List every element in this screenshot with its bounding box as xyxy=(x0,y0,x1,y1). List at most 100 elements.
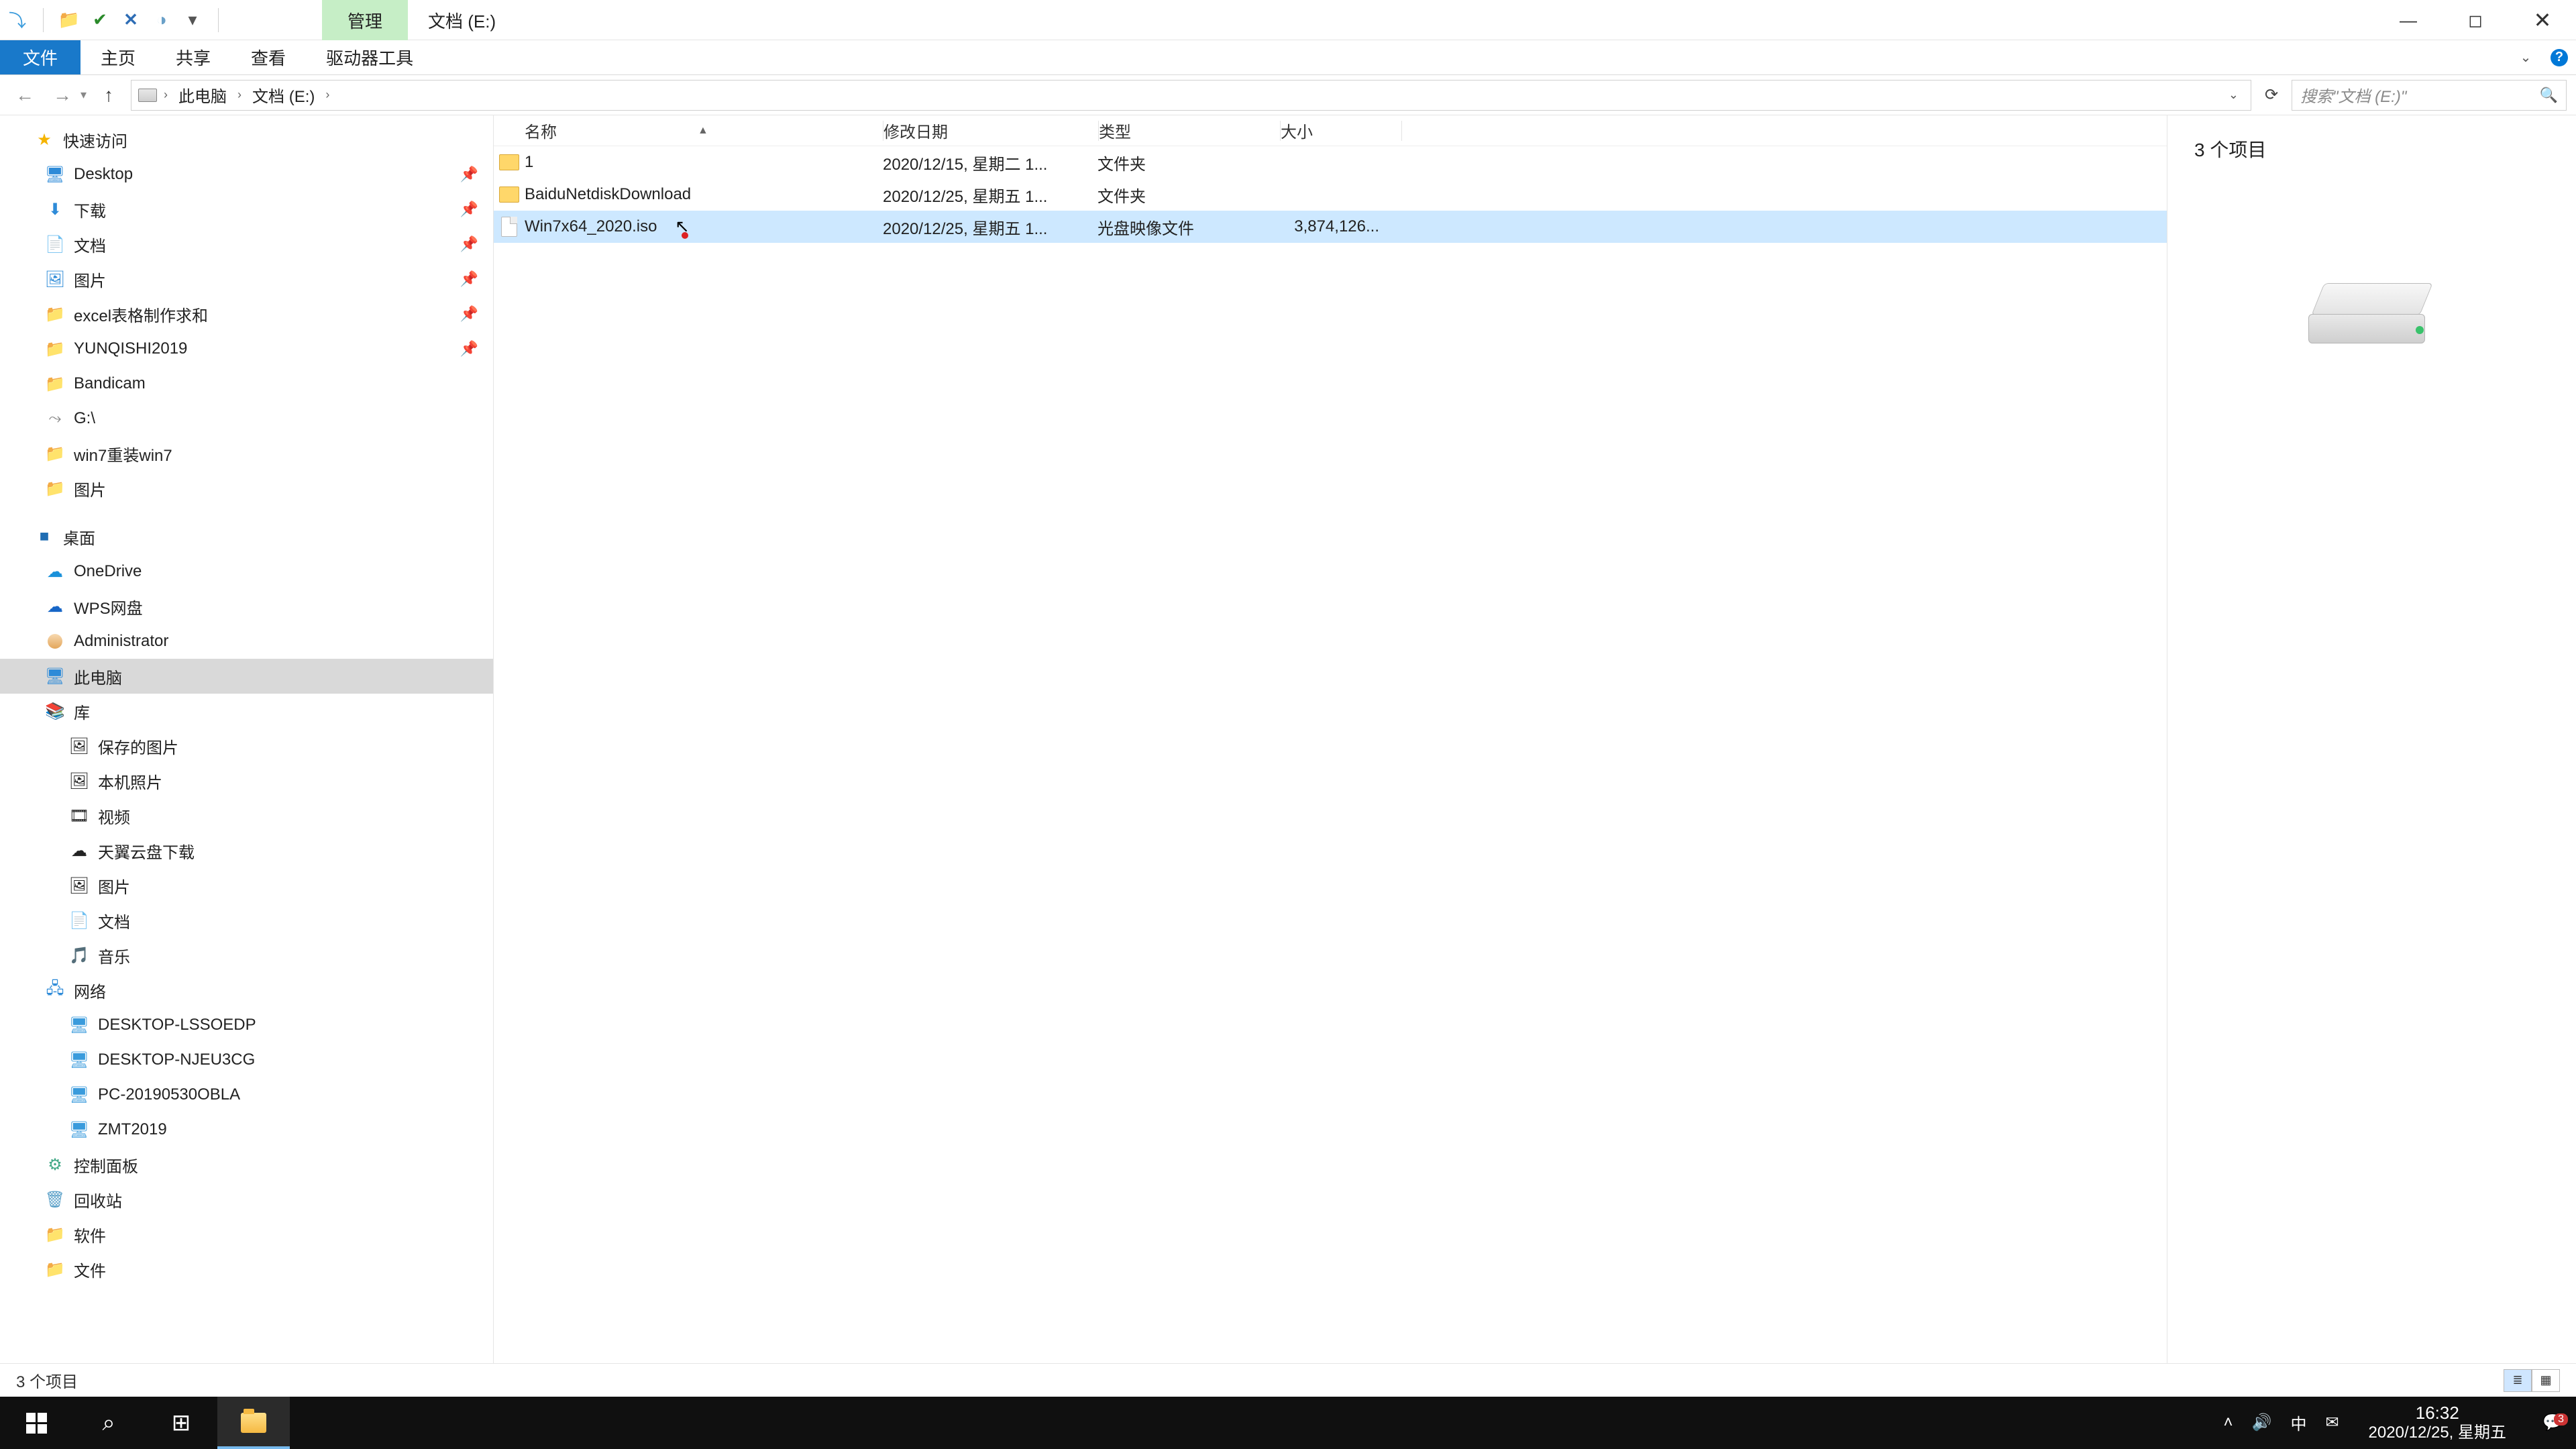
help-button[interactable]: ? xyxy=(2542,40,2576,74)
nav-quick-access[interactable]: ★快速访问 xyxy=(0,122,493,157)
help-icon: ? xyxy=(2551,49,2568,66)
app-icon: ⤵ xyxy=(8,11,27,30)
nav-label: 视频 xyxy=(98,804,130,828)
column-date[interactable]: 修改日期 xyxy=(883,119,1098,142)
nav-lib-item[interactable]: 🎵音乐 xyxy=(0,938,493,973)
search-icon[interactable]: 🔍 xyxy=(2540,87,2558,104)
nav-lib-item[interactable]: 🖼图片 xyxy=(0,868,493,903)
breadcrumb-this-pc[interactable]: 此电脑 xyxy=(174,83,231,107)
nav-quick-item[interactable]: 🖼图片📌 xyxy=(0,262,493,297)
volume-icon[interactable]: 🔊 xyxy=(2252,1413,2272,1432)
column-name[interactable]: 名称▲ xyxy=(494,119,883,142)
nav-lib-item[interactable]: 🖼本机照片 xyxy=(0,763,493,798)
nav-lib-item[interactable]: ☁天翼云盘下载 xyxy=(0,833,493,868)
minimize-button[interactable]: — xyxy=(2375,0,2442,40)
file-row[interactable]: BaiduNetdiskDownload 2020/12/25, 星期五 1..… xyxy=(494,178,2167,211)
file-row[interactable]: 1 2020/12/15, 星期二 1... 文件夹 xyxy=(494,146,2167,178)
nav-up-button[interactable]: ↑ xyxy=(93,80,124,111)
nav-net-item[interactable]: 🖥ZMT2019 xyxy=(0,1112,493,1147)
nav-net-item[interactable]: 🖥DESKTOP-LSSOEDP xyxy=(0,1008,493,1042)
file-date: 2020/12/15, 星期二 1... xyxy=(883,151,1097,174)
folder-icon: 📁 xyxy=(46,339,64,359)
nav-back-button[interactable]: ← xyxy=(9,80,40,111)
nav-quick-item[interactable]: 📁win7重装win7 xyxy=(0,436,493,471)
close-x-icon[interactable]: ✕ xyxy=(121,11,140,30)
nav-quick-item[interactable]: ⤳G:\ xyxy=(0,401,493,436)
breadcrumb-sep[interactable]: › xyxy=(164,88,168,102)
nav-net-item[interactable]: 🖥PC-20190530OBLA xyxy=(0,1077,493,1112)
maximize-button[interactable]: ◻ xyxy=(2442,0,2509,40)
task-view-button[interactable]: ⊞ xyxy=(145,1397,217,1449)
document-icon: 📄 xyxy=(70,911,89,930)
column-type[interactable]: 类型 xyxy=(1099,119,1280,142)
nav-this-pc[interactable]: 🖥此电脑 xyxy=(0,659,493,694)
qat-dropdown-icon[interactable]: ▾ xyxy=(183,11,202,30)
window-controls: — ◻ ✕ xyxy=(2375,0,2576,40)
nav-net-item[interactable]: 🖥DESKTOP-NJEU3CG xyxy=(0,1042,493,1077)
nav-quick-item[interactable]: 📁YUNQISHI2019📌 xyxy=(0,331,493,366)
breadcrumb-current[interactable]: 文档 (E:) xyxy=(248,83,319,107)
taskbar-explorer-button[interactable] xyxy=(217,1397,290,1449)
window-title: 文档 (E:) xyxy=(408,0,516,40)
nav-forward-button[interactable]: → xyxy=(47,80,78,111)
system-tray: ˄ 🔊 中 ✉ 16:32 2020/12/25, 星期五 💬 3 xyxy=(2224,1403,2576,1443)
address-bar[interactable]: › 此电脑 › 文档 (E:) › ⌄ xyxy=(131,80,2251,111)
nav-desktop-item[interactable]: Administrator xyxy=(0,624,493,659)
ribbon-tab-drive-tools[interactable]: 驱动器工具 xyxy=(306,40,433,74)
nav-libraries[interactable]: 📚库 xyxy=(0,694,493,729)
start-button[interactable] xyxy=(0,1397,72,1449)
ribbon-tab-home[interactable]: 主页 xyxy=(80,40,156,74)
search-box[interactable]: 搜索"文档 (E:)" 🔍 xyxy=(2292,80,2567,111)
nav-quick-item[interactable]: ⬇下载📌 xyxy=(0,192,493,227)
nav-recycle-bin[interactable]: 🗑回收站 xyxy=(0,1182,493,1217)
pin-icon: 📌 xyxy=(460,340,478,358)
nav-quick-item[interactable]: 🖥Desktop📌 xyxy=(0,157,493,192)
ribbon-tab-file[interactable]: 文件 xyxy=(0,40,80,74)
file-name: BaiduNetdiskDownload xyxy=(525,185,883,204)
file-type: 光盘映像文件 xyxy=(1097,215,1279,239)
nav-quick-item[interactable]: 📄文档📌 xyxy=(0,227,493,262)
pin-icon: 📌 xyxy=(460,305,478,323)
folder-icon[interactable]: 📁 xyxy=(60,11,78,30)
nav-control-panel[interactable]: ⚙控制面板 xyxy=(0,1147,493,1182)
taskbar-clock[interactable]: 16:32 2020/12/25, 星期五 xyxy=(2358,1403,2517,1443)
nav-folder-item[interactable]: 📁软件 xyxy=(0,1217,493,1252)
taskbar-search-button[interactable]: ⌕ xyxy=(72,1397,145,1449)
nav-quick-item[interactable]: 📁Bandicam xyxy=(0,366,493,401)
nav-network[interactable]: 🖧网络 xyxy=(0,973,493,1008)
nav-lib-item[interactable]: 🎞视频 xyxy=(0,798,493,833)
nav-quick-item[interactable]: 📁图片 xyxy=(0,471,493,506)
breadcrumb-sep[interactable]: › xyxy=(237,88,241,102)
file-row-selected[interactable]: Win7x64_2020.iso 2020/12/25, 星期五 1... 光盘… xyxy=(494,211,2167,243)
music-icon: 🎵 xyxy=(70,946,89,965)
nav-desktop[interactable]: ■桌面 xyxy=(0,519,493,554)
pc-icon: 🖥 xyxy=(46,667,64,686)
nav-quick-item[interactable]: 📁excel表格制作求和📌 xyxy=(0,297,493,331)
tray-overflow-icon[interactable]: ˄ xyxy=(2224,1413,2233,1432)
action-center-button[interactable]: 💬 3 xyxy=(2536,1413,2569,1432)
nav-folder-item[interactable]: 📁文件 xyxy=(0,1252,493,1287)
breadcrumb-sep[interactable]: › xyxy=(325,88,329,102)
nav-lib-item[interactable]: 📄文档 xyxy=(0,903,493,938)
tray-app-icon[interactable]: ✉ xyxy=(2325,1413,2339,1432)
library-icon: 📚 xyxy=(46,702,64,721)
refresh-button[interactable]: ⟳ xyxy=(2258,85,2285,105)
ribbon-tab-view[interactable]: 查看 xyxy=(231,40,306,74)
ime-indicator[interactable]: 中 xyxy=(2290,1411,2306,1434)
view-thumbnails-button[interactable]: ▦ xyxy=(2532,1369,2560,1392)
view-details-button[interactable]: ≣ xyxy=(2504,1369,2532,1392)
context-tab-drive-tools[interactable]: 管理 xyxy=(322,0,408,40)
ribbon-tab-share[interactable]: 共享 xyxy=(156,40,231,74)
file-date: 2020/12/25, 星期五 1... xyxy=(883,183,1097,207)
nav-desktop-item[interactable]: ☁OneDrive xyxy=(0,554,493,589)
ribbon-expand-icon[interactable]: ⌄ xyxy=(2509,40,2542,74)
nav-history-dropdown-icon[interactable]: ▾ xyxy=(80,88,87,102)
checkmark-icon[interactable]: ✔ xyxy=(91,11,109,30)
close-button[interactable]: ✕ xyxy=(2509,0,2576,40)
address-dropdown-icon[interactable]: ⌄ xyxy=(2223,88,2244,102)
properties-icon[interactable]: ◑ xyxy=(152,11,171,30)
nav-label: ZMT2019 xyxy=(98,1120,167,1139)
nav-lib-item[interactable]: 🖼保存的图片 xyxy=(0,729,493,763)
column-size[interactable]: 大小 xyxy=(1281,119,1401,142)
nav-desktop-item[interactable]: ☁WPS网盘 xyxy=(0,589,493,624)
